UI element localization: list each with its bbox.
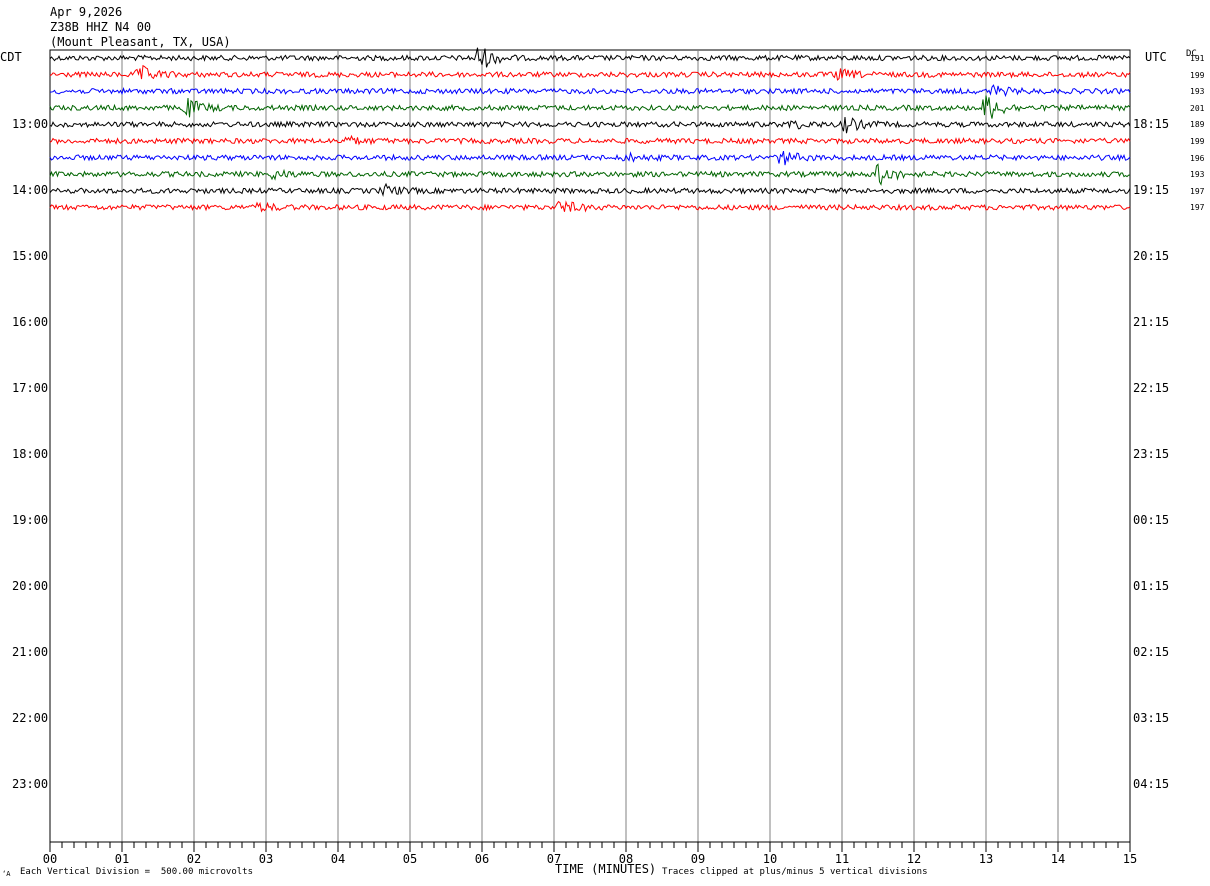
trace-offset-label: 201 (1190, 103, 1205, 113)
x-tick-label: 13 (978, 852, 994, 866)
seismic-trace (49, 117, 1131, 134)
hour-label-local: 15:00 (12, 249, 49, 263)
x-tick-label: 06 (474, 852, 490, 866)
x-tick-label: 01 (114, 852, 130, 866)
x-tick-label: 00 (42, 852, 58, 866)
hour-label-utc: 02:15 (1133, 645, 1170, 659)
seismic-trace (49, 150, 1131, 166)
x-tick-label: 10 (762, 852, 778, 866)
hour-label-local: 20:00 (12, 579, 49, 593)
hour-label-utc: 19:15 (1133, 183, 1170, 197)
hour-label-utc: 18:15 (1133, 117, 1170, 131)
seismic-trace (49, 163, 1131, 186)
hour-label-local: 16:00 (12, 315, 49, 329)
trace-offset-label: 196 (1190, 153, 1205, 163)
trace-offset-label: 191 (1190, 54, 1205, 63)
helicorder-plot (49, 47, 1131, 852)
hour-label-local: 17:00 (12, 381, 49, 395)
x-tick-label: 02 (186, 852, 202, 866)
trace-offset-label: 197 (1190, 203, 1205, 213)
x-tick-label: 09 (690, 852, 706, 866)
x-tick-label: 03 (258, 852, 274, 866)
hour-label-local: 23:00 (12, 777, 49, 791)
x-tick-label: 12 (906, 852, 922, 866)
trace-offset-label: 199 (1190, 70, 1205, 80)
x-tick-label: 15 (1122, 852, 1138, 866)
clip-note: Traces clipped at plus/minus 5 vertical … (662, 867, 928, 877)
trace-offset-label: 189 (1190, 120, 1205, 130)
hour-label-utc: 04:15 (1133, 777, 1170, 791)
hour-label-utc: 22:15 (1133, 381, 1170, 395)
trace-offset-label: 199 (1190, 137, 1205, 146)
trace-offset-label: 193 (1190, 170, 1205, 180)
hour-label-utc: 23:15 (1133, 447, 1170, 461)
trace-offset-label: 193 (1190, 87, 1205, 97)
x-tick-label: 11 (834, 852, 850, 866)
seismic-trace (49, 134, 1131, 146)
hour-label-utc: 20:15 (1133, 249, 1170, 263)
hour-label-utc: 03:15 (1133, 711, 1170, 725)
seismic-trace (49, 47, 1131, 68)
hour-label-local: 13:00 (12, 117, 49, 131)
x-tick-label: 05 (402, 852, 418, 866)
hour-label-local: 19:00 (12, 513, 49, 527)
seismic-trace (49, 95, 1131, 119)
plot-frame (49, 49, 1131, 843)
hour-label-local: 22:00 (12, 711, 49, 725)
hour-label-utc: 00:15 (1133, 513, 1170, 527)
hour-label-local: 14:00 (12, 183, 49, 197)
seismic-trace (49, 64, 1131, 81)
corner-mark: ‘A (2, 870, 11, 878)
seismic-trace (49, 84, 1131, 98)
hour-label-local: 18:00 (12, 447, 49, 461)
seismic-trace (49, 182, 1131, 198)
hour-label-utc: 21:15 (1133, 315, 1170, 329)
vertical-division-note: Each Vertical Division = 500.00 microvol… (20, 867, 253, 877)
hour-label-local: 21:00 (12, 645, 49, 659)
x-tick-label: 04 (330, 852, 346, 866)
x-axis-title: TIME (MINUTES) (555, 862, 657, 876)
trace-offset-label: 197 (1190, 186, 1205, 196)
seismic-trace (49, 200, 1131, 213)
x-tick-label: 14 (1050, 852, 1066, 866)
hour-label-utc: 01:15 (1133, 579, 1170, 593)
